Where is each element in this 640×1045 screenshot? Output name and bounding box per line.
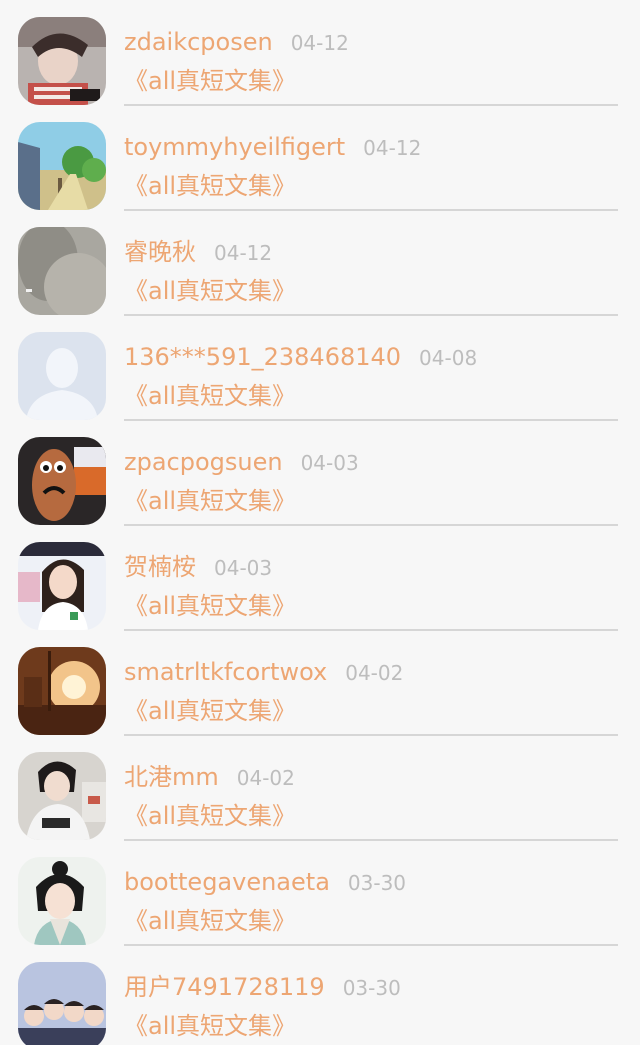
- default-avatar-icon: [18, 332, 106, 420]
- username[interactable]: 睿晚秋: [124, 238, 196, 266]
- list-item[interactable]: 贺楠桉 04-03 《all真短文集》: [0, 525, 640, 631]
- date: 04-12: [214, 241, 273, 265]
- work-title-link[interactable]: 《all真短文集》: [124, 1009, 296, 1043]
- user-photo-icon: [18, 542, 106, 630]
- item-info: toymmyhyeilfigert 04-12 《all真短文集》: [124, 105, 618, 211]
- date: 04-12: [363, 136, 422, 160]
- user-photo-icon: [18, 752, 106, 840]
- work-title-link[interactable]: 《all真短文集》: [124, 694, 296, 728]
- date: 04-12: [290, 31, 349, 55]
- avatar[interactable]: [18, 122, 106, 210]
- avatar[interactable]: [18, 962, 106, 1045]
- date: 03-30: [347, 871, 407, 895]
- work-title-link[interactable]: 《all真短文集》: [124, 64, 296, 98]
- list-item[interactable]: zpacpogsuen 04-03 《all真短文集》: [0, 420, 640, 526]
- username[interactable]: 贺楠桉: [124, 553, 196, 581]
- list-item[interactable]: toymmyhyeilfigert 04-12 《all真短文集》: [0, 105, 640, 211]
- avatar[interactable]: [18, 437, 106, 525]
- item-info: zpacpogsuen 04-03 《all真短文集》: [124, 420, 618, 526]
- item-info: 睿晚秋 04-12 《all真短文集》: [124, 210, 618, 316]
- avatar[interactable]: [18, 857, 106, 945]
- list-item[interactable]: 用户7491728119 03-30 《all真短文集》: [0, 945, 640, 1045]
- avatar[interactable]: [18, 647, 106, 735]
- item-info: zdaikcposen 04-12 《all真短文集》: [124, 0, 618, 106]
- username[interactable]: 北港mm: [124, 763, 219, 791]
- work-title-link[interactable]: 《all真短文集》: [124, 484, 296, 518]
- illustrated-portrait-icon: [18, 857, 106, 945]
- username[interactable]: toymmyhyeilfigert: [124, 133, 345, 161]
- date: 04-08: [419, 346, 478, 370]
- cartoon-face-icon: [18, 437, 106, 525]
- date: 04-02: [345, 661, 404, 685]
- avatar[interactable]: [18, 332, 106, 420]
- item-info: 136***591_238468140 04-08 《all真短文集》: [124, 315, 618, 421]
- sunset-street-icon: [18, 647, 106, 735]
- item-info: 贺楠桉 04-03 《all真短文集》: [124, 525, 618, 631]
- group-photo-icon: [18, 962, 106, 1045]
- username[interactable]: zdaikcposen: [124, 28, 273, 56]
- username[interactable]: 136***591_238468140: [124, 343, 401, 371]
- work-title-link[interactable]: 《all真短文集》: [124, 169, 296, 203]
- date: 04-02: [236, 766, 295, 790]
- user-photo-icon: [18, 17, 106, 105]
- item-info: boottegavenaeta 03-30 《all真短文集》: [124, 840, 618, 946]
- avatar[interactable]: [18, 17, 106, 105]
- comment-list: zdaikcposen 04-12 《all真短文集》 toymmyhyeilfi…: [0, 0, 640, 1045]
- username[interactable]: boottegavenaeta: [124, 868, 330, 896]
- list-item[interactable]: 睿晚秋 04-12 《all真短文集》: [0, 210, 640, 316]
- work-title-link[interactable]: 《all真短文集》: [124, 799, 296, 833]
- list-item[interactable]: 北港mm 04-02 《all真短文集》: [0, 735, 640, 841]
- date: 04-03: [300, 451, 359, 475]
- work-title-link[interactable]: 《all真短文集》: [124, 904, 296, 938]
- work-title-link[interactable]: 《all真短文集》: [124, 589, 296, 623]
- date: 03-30: [342, 976, 401, 1000]
- work-title-link[interactable]: 《all真短文集》: [124, 379, 296, 413]
- work-title-link[interactable]: 《all真短文集》: [124, 274, 296, 308]
- item-info: 北港mm 04-02 《all真短文集》: [124, 735, 618, 841]
- avatar[interactable]: [18, 542, 106, 630]
- item-info: smatrltkfcortwox 04-02 《all真短文集》: [124, 630, 618, 736]
- username[interactable]: 用户7491728119: [124, 973, 325, 1001]
- list-item[interactable]: boottegavenaeta 03-30 《all真短文集》: [0, 840, 640, 946]
- list-item[interactable]: smatrltkfcortwox 04-02 《all真短文集》: [0, 630, 640, 736]
- user-photo-icon: [18, 227, 106, 315]
- anime-scene-icon: [18, 122, 106, 210]
- date: 04-03: [214, 556, 273, 580]
- list-item[interactable]: 136***591_238468140 04-08 《all真短文集》: [0, 315, 640, 421]
- list-item[interactable]: zdaikcposen 04-12 《all真短文集》: [0, 0, 640, 106]
- item-info: 用户7491728119 03-30 《all真短文集》: [124, 945, 618, 1045]
- avatar[interactable]: [18, 227, 106, 315]
- username[interactable]: zpacpogsuen: [124, 448, 283, 476]
- username[interactable]: smatrltkfcortwox: [124, 658, 327, 686]
- avatar[interactable]: [18, 752, 106, 840]
